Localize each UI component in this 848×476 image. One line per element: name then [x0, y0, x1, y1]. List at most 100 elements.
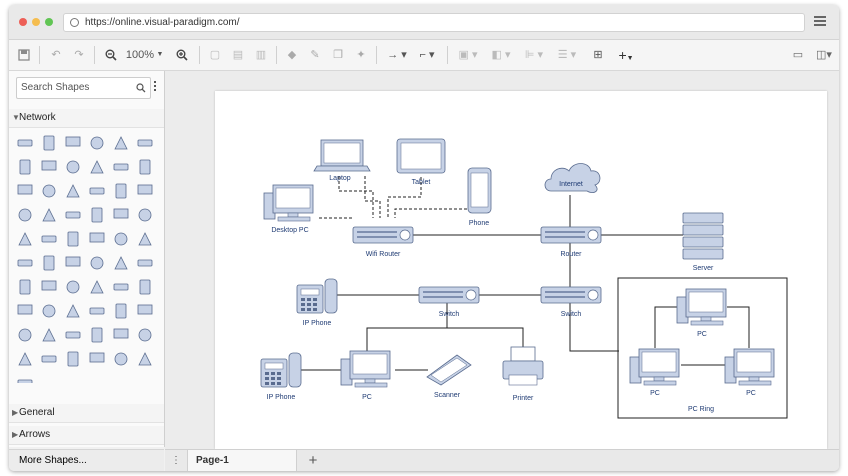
palette-shape[interactable]	[19, 279, 31, 295]
insert-icon[interactable]: +▼	[614, 46, 638, 64]
wifi-router-node[interactable]	[352, 226, 414, 244]
search-shapes-input[interactable]: Search Shapes	[16, 77, 151, 99]
switch-2-node[interactable]	[540, 286, 602, 304]
printer-node[interactable]	[502, 346, 544, 386]
maximize-window-button[interactable]	[45, 18, 53, 26]
outline-panel-icon[interactable]: ◫▾	[813, 46, 835, 64]
palette-shape[interactable]	[42, 208, 56, 222]
format-panel-icon[interactable]: ▭	[790, 46, 806, 64]
palette-shape[interactable]	[113, 328, 129, 339]
ip-phone-1-node[interactable]	[296, 278, 338, 314]
palette-shape[interactable]	[137, 304, 153, 315]
palette-shape[interactable]	[114, 136, 128, 150]
paste-icon[interactable]: ▤	[231, 46, 245, 64]
switch-1-node[interactable]	[418, 286, 480, 304]
zoom-out-icon[interactable]	[104, 46, 118, 64]
palette-shape[interactable]	[65, 136, 81, 147]
palette-shape[interactable]	[17, 379, 33, 383]
redo-icon[interactable]: ↷	[72, 46, 86, 64]
palette-shape[interactable]	[137, 259, 153, 267]
line-color-icon[interactable]: ✎	[308, 46, 322, 64]
search-icon[interactable]	[136, 83, 146, 93]
ip-phone-2-node[interactable]	[260, 352, 302, 388]
section-arrows[interactable]: ▶ Arrows	[9, 426, 164, 445]
palette-shape[interactable]	[113, 208, 129, 219]
palette-shape[interactable]	[89, 232, 105, 243]
palette-shape[interactable]	[91, 327, 103, 343]
save-icon[interactable]	[17, 46, 31, 64]
palette-shape[interactable]	[89, 307, 105, 315]
section-general[interactable]: ▶ General	[9, 404, 164, 423]
ring-pc-top-node[interactable]	[676, 288, 727, 326]
more-shapes-button[interactable]: More Shapes...	[9, 449, 164, 471]
palette-shape[interactable]	[113, 283, 129, 291]
internet-cloud-node[interactable]	[544, 163, 601, 193]
palette-shape[interactable]	[90, 280, 104, 294]
palette-shape[interactable]	[66, 160, 80, 174]
shadow-icon[interactable]: ❐	[331, 46, 345, 64]
ring-pc-left-node[interactable]	[629, 348, 680, 386]
palette-shape[interactable]	[18, 232, 32, 246]
page-menu-icon[interactable]: ⋮	[171, 450, 185, 471]
palette-shape[interactable]	[65, 211, 81, 219]
tab-page-1[interactable]: Page-1	[187, 450, 297, 471]
distribute-icon[interactable]: ☰ ▾	[555, 46, 579, 64]
copy-icon[interactable]: ▢	[208, 46, 222, 64]
palette-shape[interactable]	[138, 328, 152, 342]
palette-shape[interactable]	[42, 184, 56, 198]
router-node[interactable]	[540, 226, 602, 244]
palette-shape[interactable]	[90, 256, 104, 270]
palette-shape[interactable]	[65, 256, 81, 267]
minimize-window-button[interactable]	[32, 18, 40, 26]
palette-shape[interactable]	[41, 235, 57, 243]
palette-shape[interactable]	[41, 355, 57, 363]
palette-shape[interactable]	[19, 159, 31, 175]
palette-shape[interactable]	[41, 280, 57, 291]
palette-shape[interactable]	[137, 184, 153, 195]
palette-shape[interactable]	[17, 184, 33, 195]
palette-shape[interactable]	[139, 159, 151, 175]
to-front-icon[interactable]: ▣ ▾	[456, 46, 480, 64]
palette-shape[interactable]	[65, 331, 81, 339]
zoom-in-icon[interactable]	[175, 46, 189, 64]
delete-icon[interactable]: ▥	[254, 46, 268, 64]
palette-shape[interactable]	[17, 304, 33, 315]
group-icon[interactable]: ⊞	[591, 46, 605, 64]
scanner-node[interactable]	[426, 354, 472, 386]
palette-shape[interactable]	[17, 139, 33, 147]
palette-shape[interactable]	[67, 231, 79, 247]
palette-shape[interactable]	[113, 163, 129, 171]
palette-shape[interactable]	[17, 259, 33, 267]
palette-shape[interactable]	[42, 328, 56, 342]
address-bar[interactable]: https://online.visual-paradigm.com/	[63, 13, 805, 32]
chevron-down-icon[interactable]: ▼	[156, 46, 164, 64]
palette-shape[interactable]	[67, 351, 79, 367]
palette-shape[interactable]	[66, 184, 80, 198]
palette-shape[interactable]	[66, 280, 80, 294]
fill-color-icon[interactable]: ◆	[285, 46, 299, 64]
palette-shape[interactable]	[115, 303, 127, 319]
tablet-node[interactable]	[396, 138, 446, 174]
zoom-level[interactable]: 100%	[124, 46, 156, 64]
add-page-button[interactable]: +	[301, 450, 325, 471]
palette-shape[interactable]	[18, 208, 32, 222]
palette-shape[interactable]	[114, 232, 128, 246]
sidebar-options-icon[interactable]	[154, 81, 157, 93]
palette-shape[interactable]	[18, 328, 32, 342]
ring-pc-right-node[interactable]	[724, 348, 775, 386]
palette-shape[interactable]	[89, 352, 105, 363]
palette-shape[interactable]	[137, 139, 153, 147]
section-network[interactable]: ▼ Network	[9, 109, 164, 128]
palette-shape[interactable]	[89, 187, 105, 195]
palette-shape[interactable]	[43, 255, 55, 271]
palette-shape[interactable]	[139, 279, 151, 295]
align-icon[interactable]: ⊫ ▾	[522, 46, 546, 64]
palette-shape[interactable]	[90, 160, 104, 174]
diagram-page[interactable]: Laptop Tablet Phone Desktop PC Wifi Rout…	[215, 91, 827, 449]
palette-shape[interactable]	[138, 232, 152, 246]
palette-shape[interactable]	[138, 208, 152, 222]
canvas-area[interactable]: Laptop Tablet Phone Desktop PC Wifi Rout…	[165, 71, 839, 449]
desktop-pc-node[interactable]	[263, 184, 314, 222]
palette-shape[interactable]	[43, 135, 55, 151]
palette-shape[interactable]	[42, 304, 56, 318]
